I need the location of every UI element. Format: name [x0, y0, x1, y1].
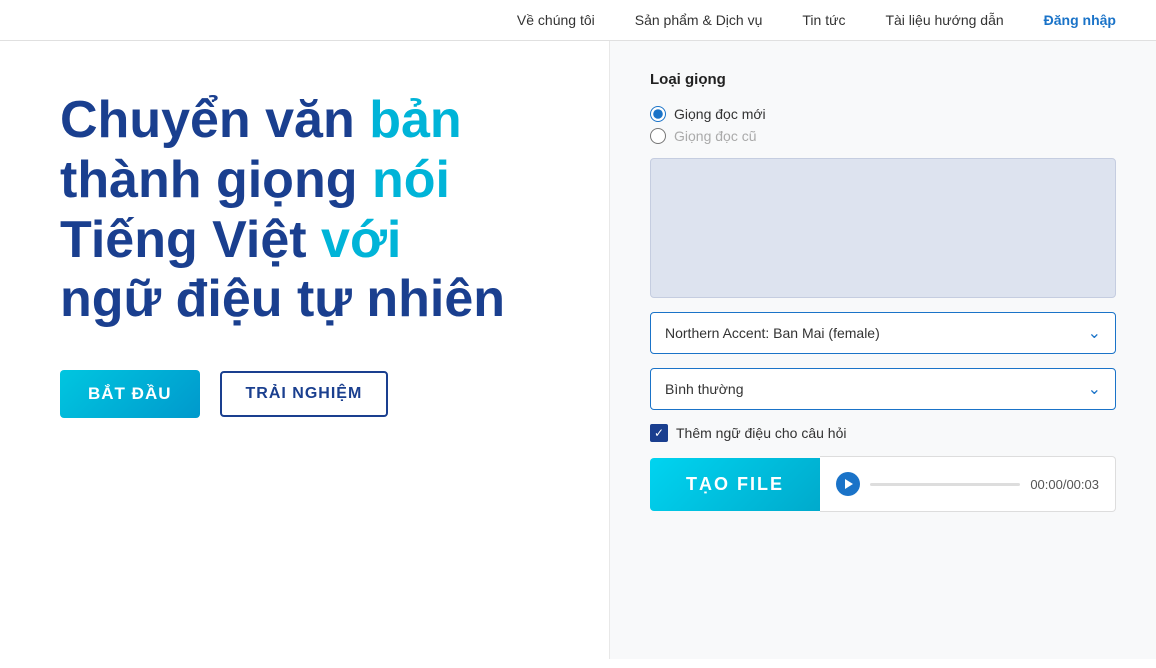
radio-new-voice[interactable]: Giọng đọc mới	[650, 106, 1116, 122]
radio-new-voice-input[interactable]	[650, 106, 666, 122]
speed-select-value: Bình thường	[665, 381, 744, 397]
nav-about[interactable]: Về chúng tôi	[517, 12, 595, 28]
radio-old-voice-label: Giọng đọc cũ	[674, 128, 757, 144]
voice-select-value: Northern Accent: Ban Mai (female)	[665, 325, 880, 341]
hero-title: Chuyển văn bản thành giọng nói Tiếng Việ…	[60, 91, 559, 330]
audio-player: 00:00/00:03	[820, 456, 1116, 512]
hero-line2-normal: thành giọng	[60, 151, 372, 209]
checkbox-icon[interactable]	[650, 424, 668, 442]
hero-line1-highlight: bản	[369, 91, 461, 149]
play-button[interactable]	[836, 472, 860, 496]
chevron-down-icon-speed: ⌄	[1088, 379, 1101, 399]
time-display: 00:00/00:03	[1030, 477, 1099, 492]
main-container: Chuyển văn bản thành giọng nói Tiếng Việ…	[0, 41, 1156, 659]
start-button[interactable]: BẮT ĐẦU	[60, 370, 200, 418]
radio-new-voice-label: Giọng đọc mới	[674, 106, 766, 122]
button-group: BẮT ĐẦU TRẢI NGHIỆM	[60, 370, 559, 418]
nav-docs[interactable]: Tài liệu hướng dẫn	[885, 12, 1003, 28]
progress-track[interactable]	[870, 483, 1020, 486]
left-panel: Chuyển văn bản thành giọng nói Tiếng Việ…	[0, 41, 610, 659]
tao-file-button[interactable]: TẠO FILE	[650, 458, 820, 511]
nav-products[interactable]: Sản phẩm & Dịch vụ	[635, 12, 763, 28]
radio-old-voice-input[interactable]	[650, 128, 666, 144]
hero-line2-highlight: nói	[372, 151, 450, 209]
chevron-down-icon: ⌄	[1088, 323, 1101, 343]
navbar: Về chúng tôi Sản phẩm & Dịch vụ Tin tức …	[0, 0, 1156, 41]
right-panel: Loại giọng Giọng đọc mới Giọng đọc cũ No…	[610, 41, 1156, 659]
hero-line3-highlight: với	[321, 211, 401, 269]
radio-group: Giọng đọc mới Giọng đọc cũ	[650, 106, 1116, 144]
nav-login[interactable]: Đăng nhập	[1044, 12, 1116, 28]
bottom-row: TẠO FILE 00:00/00:03	[650, 456, 1116, 512]
checkbox-row[interactable]: Thêm ngữ điệu cho câu hỏi	[650, 424, 1116, 442]
hero-line4: ngữ điệu tự nhiên	[60, 270, 505, 328]
hero-line3-normal: Tiếng Việt	[60, 211, 321, 269]
nav-news[interactable]: Tin tức	[802, 12, 845, 28]
checkbox-label: Thêm ngữ điệu cho câu hỏi	[676, 425, 846, 441]
trial-button[interactable]: TRẢI NGHIỆM	[220, 371, 389, 417]
text-input-area[interactable]	[650, 158, 1116, 298]
radio-old-voice[interactable]: Giọng đọc cũ	[650, 128, 1116, 144]
voice-select[interactable]: Northern Accent: Ban Mai (female) ⌄	[650, 312, 1116, 354]
loai-giong-label: Loại giọng	[650, 71, 1116, 88]
speed-select[interactable]: Bình thường ⌄	[650, 368, 1116, 410]
hero-line1-normal: Chuyển văn	[60, 91, 369, 149]
